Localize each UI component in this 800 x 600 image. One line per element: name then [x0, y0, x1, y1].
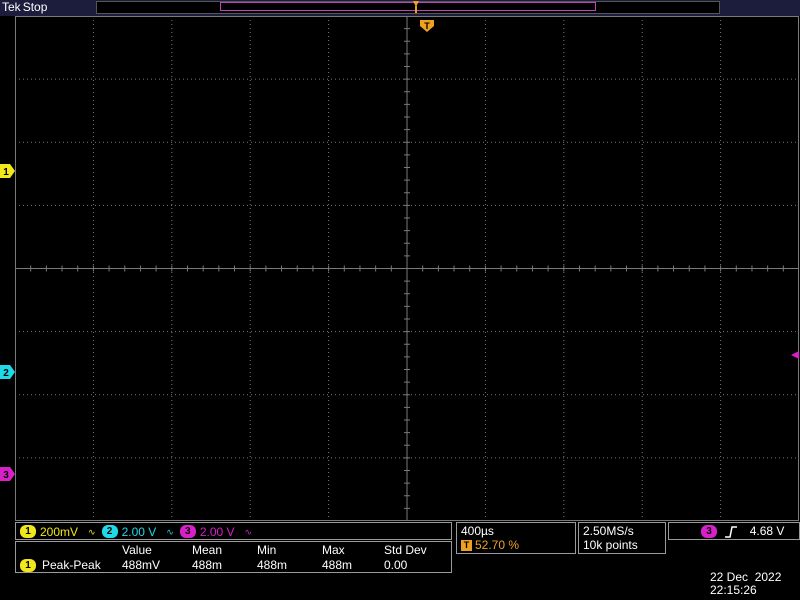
brand-label: Tek — [2, 0, 21, 14]
channel-3-ground-marker[interactable]: 3 — [0, 467, 16, 481]
channel-3-badge: 3 — [179, 525, 196, 539]
run-state-label: Stop — [22, 0, 48, 14]
trigger-position-readout: T 52.70 % — [461, 538, 571, 552]
channel-1-scale: 200mV — [40, 524, 79, 539]
measurement-header-std-dev: Std Dev — [384, 543, 427, 557]
measurement-min: 488m — [257, 558, 288, 572]
channel-1-ground-marker[interactable]: 1 — [0, 164, 16, 178]
channel-1-badge: 1 — [20, 525, 36, 539]
trigger-position-icon — [413, 1, 419, 13]
trigger-position-value: 52.70 % — [475, 538, 520, 552]
channel-2-scale: 2.00 V — [121, 524, 157, 539]
trigger-level-marker — [791, 351, 799, 359]
record-length-value: 10k points — [583, 538, 638, 552]
timebase-value: 400µs — [461, 524, 494, 538]
acquisition-readout[interactable]: 2.50MS/s 10k points — [578, 522, 666, 554]
measurement-panel[interactable]: Value Mean Min Max Std Dev 1 Peak-Peak 4… — [15, 541, 452, 573]
channel-2-ground-marker[interactable]: 2 — [0, 365, 16, 379]
horizontal-readout[interactable]: 400µs T 52.70 % — [456, 522, 576, 554]
channel-3-scale: 2.00 V — [199, 524, 235, 539]
measurement-name: Peak-Peak — [42, 558, 101, 572]
measurement-header-value: Value — [122, 543, 152, 557]
svg-text:1: 1 — [3, 167, 9, 178]
date-time-readout: 22 Dec 2022 22:15:26 — [710, 571, 800, 597]
measurement-header-mean: Mean — [192, 543, 223, 557]
trigger-readout[interactable]: 3 4.68 V — [668, 522, 800, 540]
top-status-bar: Tek Stop — [0, 0, 800, 16]
time-label: 22:15:26 — [710, 583, 757, 597]
svg-text:3: 3 — [3, 470, 9, 481]
trigger-source-badge: 3 — [701, 525, 717, 539]
bandwidth-limit-icon: ∿ — [166, 526, 174, 537]
trigger-icon: T — [461, 540, 472, 552]
record-view-window[interactable] — [220, 2, 596, 11]
measurement-header-max: Max — [322, 543, 345, 557]
measurement-mean: 488m — [192, 558, 223, 572]
trigger-marker-label: T — [424, 21, 430, 31]
trigger-point-marker: T — [420, 20, 434, 32]
measurement-std-dev: 0.00 — [384, 558, 408, 572]
vertical-scale-readout[interactable]: 1 200mV ∿ 2 2.00 V ∿ 3 2.00 V ∿ — [15, 522, 452, 540]
measurement-header-min: Min — [257, 543, 277, 557]
measurement-source-badge: 1 — [20, 558, 36, 573]
svg-text:2: 2 — [3, 368, 9, 379]
waveform-graticule[interactable]: T — [15, 16, 799, 521]
acquisition-status: Tek Stop — [2, 0, 47, 14]
measurement-max: 488m — [322, 558, 353, 572]
sample-rate-value: 2.50MS/s — [583, 524, 634, 538]
trigger-level-value: 4.68 V — [749, 524, 785, 538]
measurement-value: 488mV — [122, 558, 161, 572]
bandwidth-limit-icon: ∿ — [244, 526, 253, 537]
graticule-grid — [15, 16, 799, 521]
channel-2-badge: 2 — [101, 525, 118, 539]
rising-edge-icon — [725, 526, 738, 538]
bandwidth-limit-icon: ∿ — [88, 526, 96, 537]
